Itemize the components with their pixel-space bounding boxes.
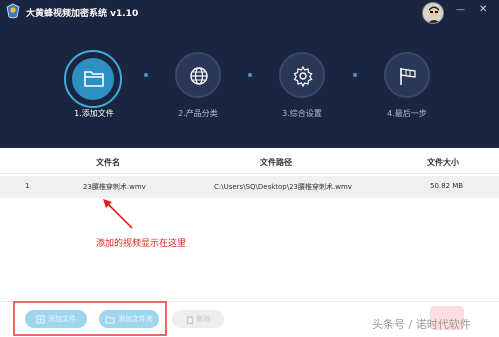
column-header-filename[interactable]: 文件名 [96, 157, 120, 168]
step-label-final: 4.最后一步 [387, 109, 427, 118]
step-general-settings[interactable] [279, 52, 325, 98]
close-button[interactable]: ✕ [479, 4, 487, 16]
folder-icon [84, 71, 104, 87]
watermark-text: 头条号 / 诺时代软件 [372, 318, 471, 331]
add-file-label: 添加文件 [48, 315, 76, 323]
delete-button[interactable]: 删除 [172, 310, 224, 328]
row-filesize: 50.82 MB [430, 182, 464, 190]
trash-icon [186, 316, 193, 324]
step-connector-dot [248, 73, 252, 77]
file-table-header: 文件名 文件路径 文件大小 [0, 150, 499, 174]
add-folder-button[interactable]: 添加文件夹 [99, 310, 159, 328]
step-label-general-settings: 3.综合设置 [282, 109, 322, 118]
add-folder-label: 添加文件夹 [118, 315, 153, 323]
flag-icon [400, 68, 416, 85]
annotation-arrow-icon [103, 199, 133, 229]
step-add-files[interactable] [70, 56, 116, 102]
user-avatar[interactable] [422, 2, 444, 24]
row-filepath: C:\Users\SQ\Desktop\23腰椎穿刺术.wmv [214, 183, 352, 191]
step-label-product-category: 2.产品分类 [178, 109, 218, 118]
wizard-header: 大黄蜂视频加密系统 v1.10 — ✕ 1.添加文件 2.产品分类 3.综合设置… [0, 0, 499, 148]
row-filename: 23腰椎穿刺术.wmv [83, 183, 146, 191]
step-final[interactable] [384, 52, 430, 98]
delete-label: 删除 [196, 315, 211, 323]
table-row[interactable]: 1 23腰椎穿刺术.wmv C:\Users\SQ\Desktop\23腰椎穿刺… [0, 176, 499, 198]
hornet-logo-icon [6, 3, 20, 19]
minimize-button[interactable]: — [456, 4, 465, 16]
step-product-category[interactable] [175, 52, 221, 98]
annotation-text: 添加的视频显示在这里 [96, 239, 187, 249]
column-header-filesize[interactable]: 文件大小 [427, 157, 459, 168]
avatar-face-icon [427, 6, 441, 23]
step-label-add-files: 1.添加文件 [74, 109, 114, 118]
add-file-button[interactable]: 添加文件 [25, 310, 87, 328]
gear-icon [293, 65, 313, 87]
column-header-filepath[interactable]: 文件路径 [260, 157, 292, 168]
step-connector-dot [144, 73, 148, 77]
step-connector-dot [353, 73, 357, 77]
app-title: 大黄蜂视频加密系统 v1.10 [26, 9, 139, 19]
folder-plus-icon [105, 316, 115, 323]
row-index: 1 [25, 182, 30, 190]
globe-icon [190, 67, 208, 85]
file-plus-icon [36, 315, 45, 323]
